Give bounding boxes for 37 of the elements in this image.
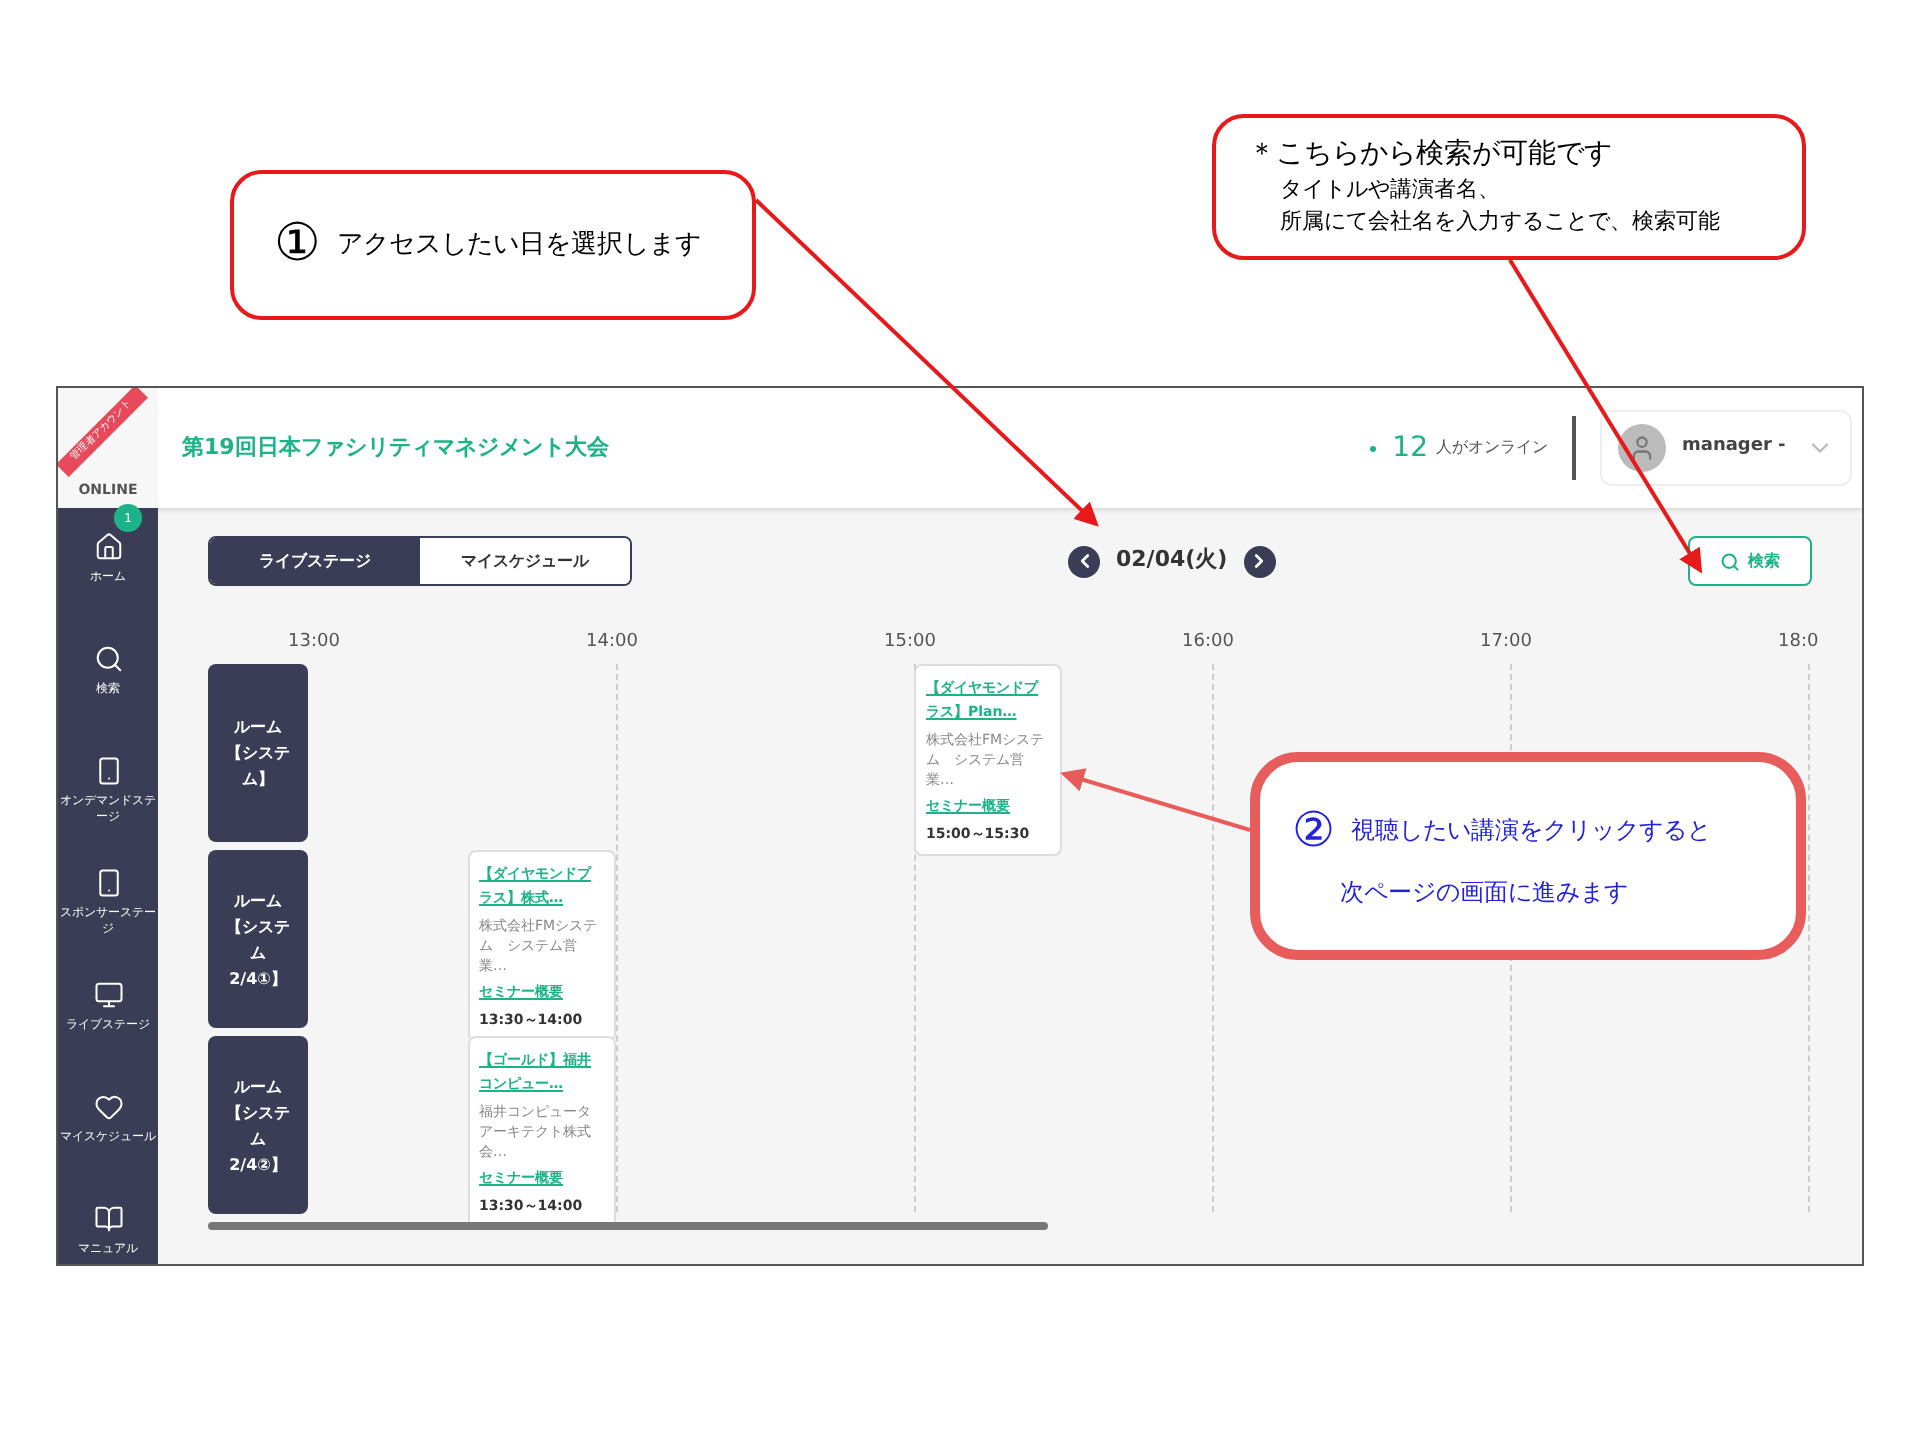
hour-label: 15:00 <box>884 630 936 656</box>
home-icon <box>93 532 123 562</box>
callout-text: 視聴したい講演をクリックすると <box>1351 814 1712 848</box>
callout-text: ＊こちらから検索が可能です <box>1248 136 1614 174</box>
heart-icon <box>93 1092 123 1122</box>
device-icon <box>93 756 123 786</box>
callout-text: アクセスしたい日を選択します <box>336 227 701 264</box>
callout-text: 所属にて会社名を入力することで、検索可能 <box>1278 206 1722 238</box>
callout-text: タイトルや講演者名、 <box>1278 174 1502 206</box>
user-name: manager - <box>1682 434 1786 461</box>
hour-label: 18:0 <box>1778 630 1819 656</box>
callout-text: 次ページの画面に進みます <box>1338 876 1630 910</box>
scrollbar[interactable] <box>208 1222 1048 1230</box>
device-icon <box>93 868 123 898</box>
hour-label: 16:00 <box>1182 630 1234 656</box>
step-number: ② <box>1292 802 1336 858</box>
step-number: ① <box>274 212 321 278</box>
avatar-icon <box>1618 424 1666 472</box>
book-icon <box>93 1204 123 1234</box>
room-label: ルーム【システム2/4①】 <box>208 850 308 1028</box>
search-icon <box>93 644 123 674</box>
event-title: 第19回日本ファシリティマネジメント大会 <box>182 431 609 464</box>
tab[interactable]: ライブステージ <box>210 538 420 584</box>
hour-label: 17:00 <box>1480 630 1532 656</box>
monitor-icon <box>93 980 123 1010</box>
previous-day-button[interactable] <box>1068 545 1100 577</box>
online-label: 人がオンライン <box>1436 436 1548 460</box>
tab[interactable]: マイスケジュール <box>420 538 630 584</box>
room-label: ルーム【システム2/4②】 <box>208 1036 308 1214</box>
hour-label: 13:00 <box>288 630 340 656</box>
hour-label: 14:00 <box>586 630 638 656</box>
current-date: 02/04(火) <box>1116 544 1228 577</box>
room-label: ルーム【システム】 <box>208 664 308 842</box>
online-count: 12 <box>1392 429 1428 467</box>
search-icon <box>1720 551 1740 571</box>
user-menu[interactable]: manager - <box>1600 410 1852 486</box>
next-day-button[interactable] <box>1243 545 1276 577</box>
